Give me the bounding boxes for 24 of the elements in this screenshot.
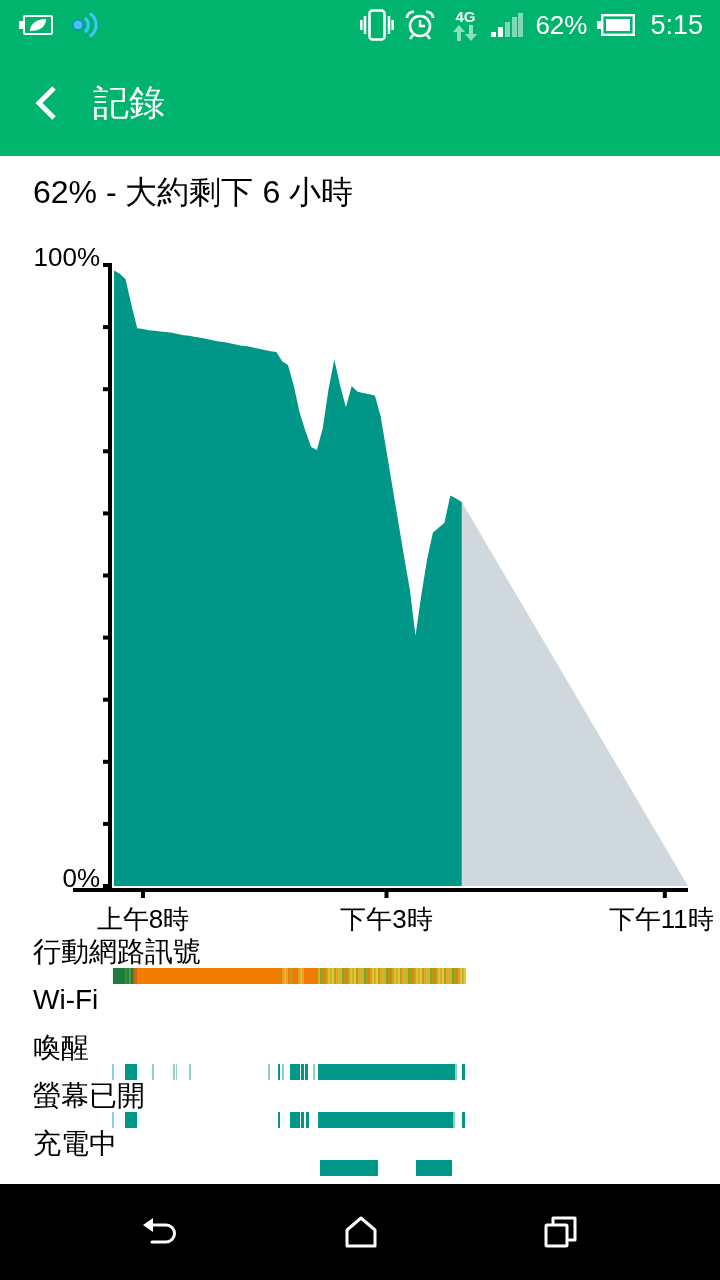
axis-label: 上午8時: [96, 904, 190, 934]
network-type-label: 4G: [455, 9, 476, 24]
page-title: 記錄: [93, 85, 165, 121]
axis-label: 下午11時: [608, 904, 714, 934]
home-icon[interactable]: [344, 1215, 378, 1249]
battery-percent: 62%: [535, 12, 588, 38]
timeline-label: 螢幕已開: [33, 1081, 145, 1111]
axis-label: 0%: [62, 863, 100, 893]
status-time: 5:15: [650, 11, 703, 39]
recent-apps-icon[interactable]: [544, 1215, 578, 1249]
axis-label: 100%: [33, 242, 100, 272]
battery-leaf-icon: [19, 15, 53, 35]
signal-bars-icon: [491, 13, 524, 37]
data-arrows-icon: [453, 25, 478, 41]
battery-icon: [597, 14, 636, 36]
axis-label: 下午3時: [340, 904, 433, 934]
battery-summary: 62% - 大約剩下 6 小時: [33, 173, 354, 212]
timeline-label: 行動網路訊號: [33, 937, 201, 967]
timeline-label: Wi-Fi: [33, 985, 99, 1015]
signal-waves-icon: [72, 11, 98, 39]
vibrating-phone-icon: [360, 9, 395, 41]
timeline-label: 喚醒: [33, 1033, 89, 1063]
alarm-clock-icon: [405, 10, 436, 40]
timeline-label: 充電中: [33, 1129, 117, 1159]
